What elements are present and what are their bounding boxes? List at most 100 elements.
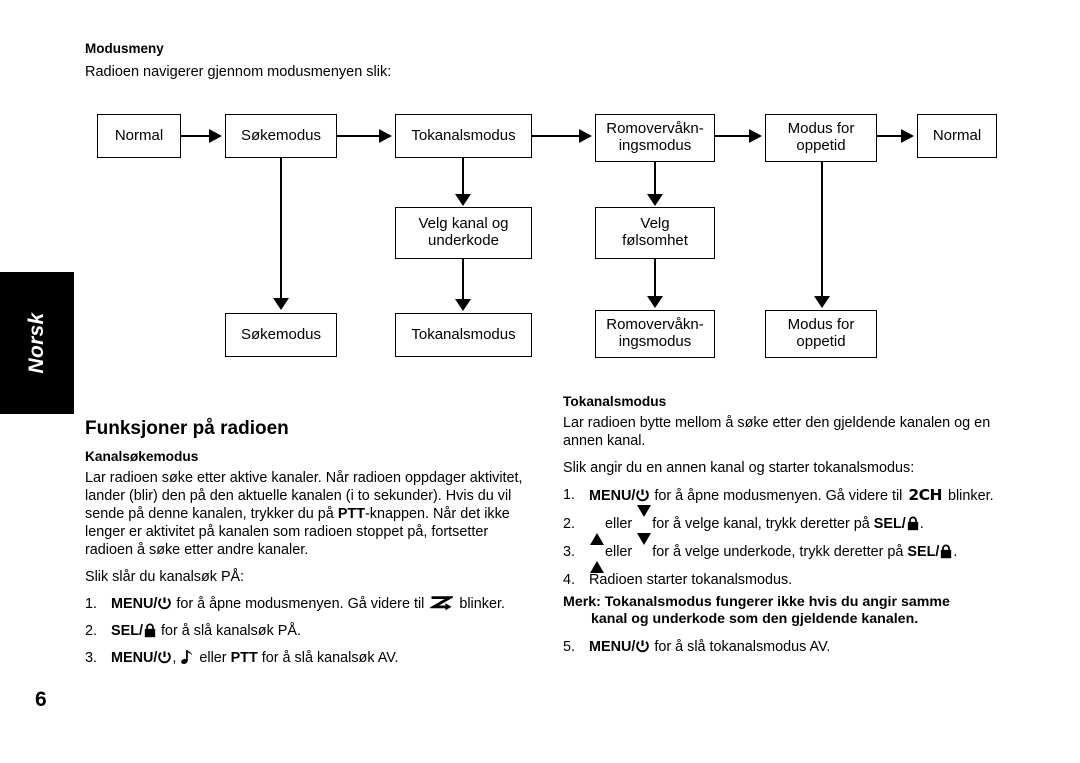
flow-arrow-down: [647, 296, 663, 308]
note-line-2: kanal og underkode som den gjeldende kan…: [591, 611, 919, 628]
ptt-keyword: PTT: [230, 650, 258, 667]
step-number: 3.: [85, 650, 98, 667]
flow-arrow-right: [379, 129, 392, 143]
flow-connector-h: [181, 135, 211, 137]
lock-icon: [143, 623, 157, 638]
page-title: Funksjoner på radioen: [85, 418, 289, 439]
flow-box-label: Normal: [114, 126, 164, 144]
tokanalsmodus-steps: 1. MENU/ for å åpne modusmenyen. Gå vide…: [563, 486, 1000, 588]
step-text: for å slå kanalsøk PÅ.: [157, 623, 301, 640]
lock-icon: [939, 544, 953, 559]
step-text: eller: [605, 515, 637, 532]
flow-box-label-line1: Velg kanal og: [418, 215, 509, 233]
mode-menu-flowchart: Normal Søkemodus Tokanalsmodus Romovervå…: [85, 105, 1000, 370]
step-number: 3.: [563, 543, 576, 560]
triangle-up-icon: [590, 516, 604, 545]
flow-connector-v: [462, 259, 464, 301]
language-tab-label: Norsk: [25, 312, 48, 374]
flow-box-modus-for-oppetid-exit: Modus for oppetid: [765, 310, 877, 358]
list-item: 4. Radioen starter tokanalsmodus.: [563, 571, 1000, 589]
list-item: 2. eller for å velge kanal, trykk derett…: [563, 504, 1000, 545]
flow-box-label-line1: Modus for: [787, 120, 855, 138]
flow-box-label-line1: Romovervåkn-: [606, 316, 704, 334]
sel-keyword: SEL/: [111, 623, 143, 640]
music-note-icon: [181, 649, 194, 665]
list-item: 3. MENU/, eller PTT for å slå kanalsøk A…: [85, 649, 540, 667]
step-number: 2.: [563, 515, 576, 532]
power-icon: [635, 639, 650, 654]
menu-keyword: MENU/: [589, 488, 636, 505]
step-text: for å slå tokanalsmodus AV.: [650, 639, 831, 656]
flow-arrow-right: [579, 129, 592, 143]
step-text-tail: .: [919, 515, 924, 532]
menu-keyword: MENU/: [111, 650, 158, 667]
flow-box-sokemodus-exit: Søkemodus: [225, 313, 337, 357]
flow-arrow-down: [455, 299, 471, 311]
tokanalsmodus-steps-continued: 5. MENU/ for å slå tokanalsmodus AV.: [563, 638, 1000, 656]
flow-box-label-line2: følsomhet: [622, 232, 688, 249]
kanalsokemodus-paragraph: Lar radioen søke etter aktive kanaler. N…: [85, 469, 540, 559]
list-item: 3. eller for å velge underkode, trykk de…: [563, 532, 1000, 573]
step-text-tail: for å slå kanalsøk AV.: [257, 650, 399, 667]
list-item: 5. MENU/ for å slå tokanalsmodus AV.: [563, 638, 1000, 656]
step-text: eller: [605, 543, 637, 560]
kanalsokemodus-steps: 1. MENU/ for å åpne modusmenyen. Gå vide…: [85, 595, 540, 667]
menu-keyword: MENU/: [111, 596, 158, 613]
flow-box-normal-start: Normal: [97, 114, 181, 158]
flow-arrow-down: [814, 296, 830, 308]
flow-box-label-line2: ingsmodus: [618, 137, 692, 154]
step-text: Radioen starter tokanalsmodus.: [589, 571, 793, 588]
flow-box-label-line1: Romovervåkn-: [606, 120, 704, 138]
tokanalsmodus-note: Merk: Tokanalsmodus fungerer ikke hvis d…: [563, 594, 1000, 630]
right-text-column: Tokanalsmodus Lar radioen bytte mellom å…: [563, 394, 1000, 665]
list-item: 2. SEL/ for å slå kanalsøk PÅ.: [85, 622, 540, 640]
sel-keyword: SEL/: [907, 543, 940, 560]
flow-box-label-line2: ingsmodus: [618, 333, 692, 350]
step-text-2: for å velge kanal, trykk deretter på: [652, 515, 874, 532]
flow-connector-v: [654, 259, 656, 298]
two-channel-display-glyph: 2CH: [908, 486, 942, 505]
scan-icon: [428, 595, 456, 611]
flow-box-label: Søkemodus: [240, 126, 322, 144]
flow-box-label: Søkemodus: [240, 325, 322, 343]
flow-box-normal-end: Normal: [917, 114, 997, 158]
flow-connector-h: [877, 135, 903, 137]
note-line-1: Merk: Tokanalsmodus fungerer ikke hvis d…: [563, 593, 950, 610]
triangle-down-icon: [637, 532, 652, 561]
flow-connector-h: [715, 135, 751, 137]
step-text: for å åpne modusmenyen. Gå videre til: [650, 488, 907, 505]
flow-box-romovervakningsmodus-exit: Romovervåkn- ingsmodus: [595, 310, 715, 358]
flow-arrow-down: [273, 298, 289, 310]
menu-keyword: MENU/: [589, 639, 636, 656]
flow-arrow-right: [209, 129, 222, 143]
flow-box-romovervakningsmodus: Romovervåkn- ingsmodus: [595, 114, 715, 162]
step-text: for å åpne modusmenyen. Gå videre til: [172, 596, 429, 613]
flow-box-label: Tokanalsmodus: [411, 325, 516, 343]
step-number: 1.: [563, 487, 576, 504]
triangle-down-icon: [637, 504, 652, 533]
flow-box-tokanalsmodus-exit: Tokanalsmodus: [395, 313, 532, 357]
triangle-up-icon: [590, 544, 604, 573]
list-item: 1. MENU/ for å åpne modusmenyen. Gå vide…: [563, 486, 1000, 505]
step-text-tail: blinker.: [943, 488, 994, 505]
flow-connector-h: [337, 135, 381, 137]
flow-box-label-line2: oppetid: [796, 137, 846, 154]
power-icon: [157, 650, 172, 665]
flow-box-modus-for-oppetid: Modus for oppetid: [765, 114, 877, 162]
flow-box-label: Normal: [932, 126, 982, 144]
step-text-tail: .: [953, 543, 958, 560]
flow-arrow-right: [901, 129, 914, 143]
lock-icon: [906, 516, 920, 531]
tokanalsmodus-heading: Tokanalsmodus: [563, 394, 667, 409]
step-number: 4.: [563, 571, 576, 588]
page-number: 6: [35, 688, 47, 711]
flow-connector-h: [532, 135, 581, 137]
flow-connector-v: [280, 158, 282, 301]
list-item: 1. MENU/ for å åpne modusmenyen. Gå vide…: [85, 595, 540, 613]
step-text-tail: blinker.: [455, 596, 505, 613]
flow-box-label-line1: Modus for: [787, 316, 855, 334]
power-icon: [157, 596, 172, 611]
flow-box-velg-kanal-og-underkode: Velg kanal og underkode: [395, 207, 532, 259]
flow-box-label-line2: oppetid: [796, 333, 846, 350]
step-text-2: for å velge underkode, trykk deretter på: [652, 543, 908, 560]
